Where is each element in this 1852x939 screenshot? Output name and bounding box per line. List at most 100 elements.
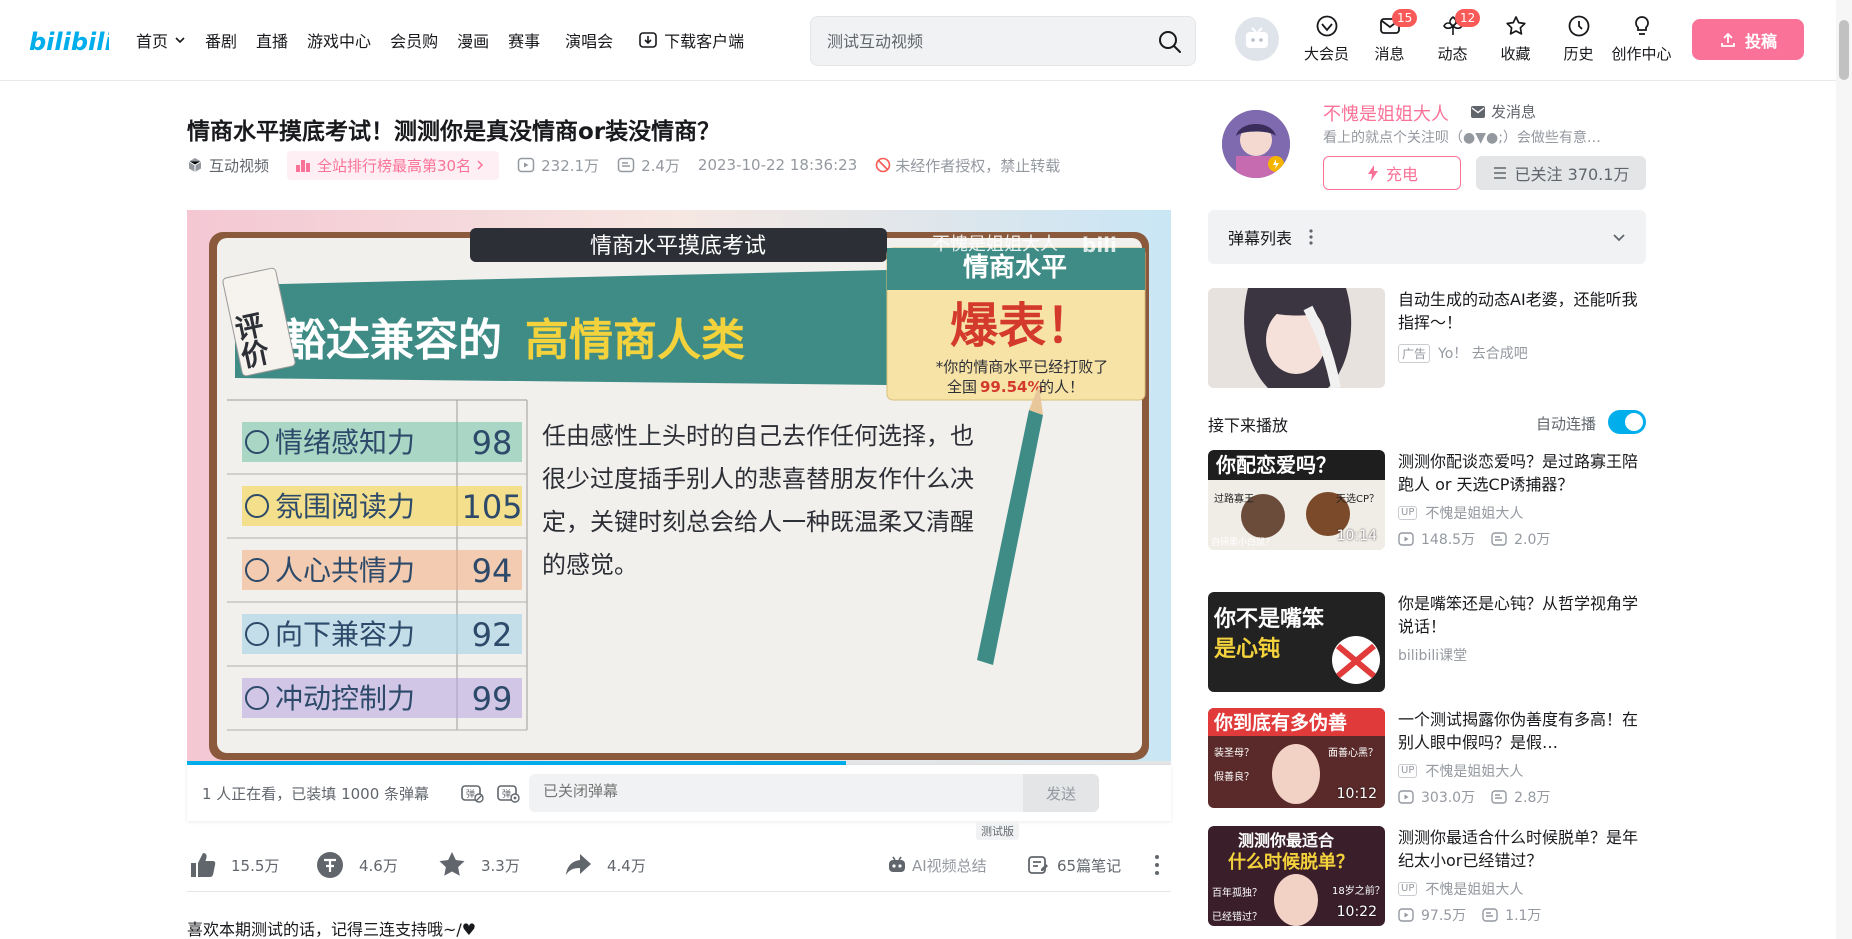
creator-entry[interactable]: 创作中心 xyxy=(1610,12,1673,64)
favorite-entry[interactable]: 收藏 xyxy=(1484,12,1547,64)
rec-thumb-4-line2: 什么时候脱单？ xyxy=(1228,851,1354,873)
charge-button[interactable]: 充电 xyxy=(1323,156,1461,190)
recommendation-stats: 97.5万 1.1万 xyxy=(1398,905,1557,925)
recommendation-uploader: UP 不愧是姐姐大人 xyxy=(1398,503,1523,523)
danmaku-count: 2.0万 xyxy=(1514,532,1551,548)
like-button[interactable]: 15.5万 xyxy=(187,840,279,890)
up-tag: UP xyxy=(1398,764,1418,778)
uploader-label: 不愧是姐姐大人 xyxy=(1425,764,1524,780)
rec-thumb-1-bottom: 自研黑小白鼠？ xyxy=(1211,536,1274,548)
favorite-icon xyxy=(1505,16,1526,35)
nav-mall[interactable]: 会员购 xyxy=(390,28,438,52)
danmaku-input[interactable] xyxy=(543,782,943,800)
nav-bangumi[interactable]: 番剧 xyxy=(205,28,237,52)
recommendation-card[interactable]: 你到底有多伪善 装圣母？ 面善心黑？ 假善良？ 10:12 一个测试揭露你伪善度有多高… xyxy=(1208,708,1646,808)
autoplay-switch[interactable] xyxy=(1608,410,1646,434)
video-player[interactable]: 情商水平摸底考试 豁达兼容的 高情商人类 评价 情商水平 爆表！ *你的情商水平… xyxy=(187,210,1171,763)
notes-icon xyxy=(1028,856,1048,874)
ai-summary-button[interactable]: AI视频总结 xyxy=(887,840,987,890)
recommendation-title: 你是嘴笨还是心钝？从哲学视角学说话！ xyxy=(1398,594,1639,636)
uploader-avatar[interactable] xyxy=(1222,110,1290,178)
more-options-icon[interactable] xyxy=(1147,854,1167,876)
page-scrollbar[interactable] xyxy=(1836,0,1852,939)
nav-download-label: 下载客户端 xyxy=(664,32,745,51)
upload-button[interactable]: 投稿 xyxy=(1692,19,1804,60)
send-message-button[interactable]: 发消息 xyxy=(1470,101,1536,122)
rank-chart-icon xyxy=(296,160,311,172)
rank-tag[interactable]: 全站排行榜最高第30名 xyxy=(287,150,500,180)
nav-match[interactable]: 赛事 xyxy=(508,28,540,52)
recommendation-uploader: UP 不愧是姐姐大人 xyxy=(1398,879,1523,899)
nav-manga[interactable]: 漫画 xyxy=(457,28,489,52)
recommendation-uploader: UP 不愧是姐姐大人 xyxy=(1398,761,1523,781)
search-icon[interactable] xyxy=(1157,29,1183,55)
danmaku-list-panel[interactable]: 弹幕列表 xyxy=(1208,210,1646,264)
chevron-down-icon xyxy=(1613,234,1625,242)
score-table: 情绪感知力 98 氛围阅读力 105 人心共情力 94 向下兼容力 92 冲动控制力 99 xyxy=(227,399,528,731)
rec-thumb-4-side1: 百年孤独？ xyxy=(1212,886,1262,899)
view-count: 97.5万 xyxy=(1421,908,1467,924)
bilibili-logo[interactable]: bilibili xyxy=(29,20,109,60)
recommendation-card[interactable]: 你不是嘴笨 是心钝 你是嘴笨还是心钝？从哲学视角学说话！ bilibili课堂 xyxy=(1208,592,1646,692)
recommendation-thumbnail: 你到底有多伪善 装圣母？ 面善心黑？ 假善良？ 10:12 xyxy=(1208,708,1385,808)
recommendation-card[interactable]: 你配恋爱吗？ 过路寡王 天选CP？ 自研黑小白鼠？ 10:14 测测你配谈恋爱吗？是过… xyxy=(1208,450,1646,550)
recommendation-title: 一个测试揭露你伪善度有多高！在别人眼中假吗？是假… xyxy=(1398,710,1639,752)
ad-card[interactable]: 自动生成的动态AI老婆，还能听我指挥～！ 广告 Yo！ 去合成吧 xyxy=(1208,288,1646,388)
follow-label: 已关注 370.1万 xyxy=(1514,165,1630,184)
score-label: 情绪感知力 xyxy=(275,426,415,459)
more-dots-icon[interactable] xyxy=(1308,228,1314,246)
view-count: 148.5万 xyxy=(1421,532,1476,548)
notes-button[interactable]: 65篇笔记 xyxy=(1027,840,1121,890)
danmaku-toggle-icon: 弹 xyxy=(461,785,484,803)
lightning-icon xyxy=(1367,165,1378,181)
uploader-name[interactable]: 不愧是姐姐大人 xyxy=(1323,100,1449,126)
recommendation-card[interactable]: 测测你最适合 什么时候脱单？ 百年孤独？ 18岁之前？ 已经错过？ 10:22 测测你最… xyxy=(1208,826,1646,926)
video-description: 喜欢本期测试的话，记得三连支持哦~/♥ xyxy=(187,920,477,939)
video-actions: 15.5万 4.6万 3.3万 4.4万 测试版 AI视频总结 65篇笔记 xyxy=(187,822,1171,890)
rec-thumb-1-side1: 过路寡王 xyxy=(1214,492,1254,505)
rec-thumb-1-text: 你配恋爱吗？ xyxy=(1215,453,1336,477)
follow-button[interactable]: 已关注 370.1万 xyxy=(1476,156,1646,190)
send-message-label: 发消息 xyxy=(1491,103,1537,121)
top-header: bilibili 首页 番剧 直播 游戏中心 会员购 漫画 赛事 演唱会 下载客… xyxy=(0,0,1852,80)
uploader-label: 不愧是姐姐大人 xyxy=(1425,882,1524,898)
mail-icon xyxy=(1471,105,1485,118)
danmaku-send-button[interactable]: 发送 xyxy=(1023,774,1099,812)
chevron-down-icon xyxy=(175,37,185,44)
star-icon xyxy=(439,852,465,876)
coin-icon xyxy=(317,852,343,878)
ad-tag: 广告 xyxy=(1398,343,1431,363)
video-type: 互动视频 xyxy=(187,155,269,176)
coin-button[interactable]: 4.6万 xyxy=(315,840,398,890)
nav-home-label: 首页 xyxy=(136,32,169,51)
danmaku-count: 1.1万 xyxy=(1505,908,1542,924)
scrollbar-thumb[interactable] xyxy=(1839,20,1849,80)
ad-subtitle: Yo！ 去合成吧 xyxy=(1438,346,1528,362)
score-label: 向下兼容力 xyxy=(275,618,415,651)
danmaku-count-icon xyxy=(1482,908,1498,922)
history-entry[interactable]: 历史 xyxy=(1547,12,1610,64)
dynamic-entry[interactable]: 12 动态 xyxy=(1421,9,1484,64)
danmaku-bar: 1 人正在看，已装填 1000 条弹幕 弹 弹 发送 xyxy=(187,765,1171,821)
uploader-description: 看上的就点个关注呗（●▼●;）会做些有意… xyxy=(1323,130,1601,146)
autoplay-label: 自动连播 xyxy=(1535,415,1596,433)
user-avatar[interactable] xyxy=(1235,17,1279,61)
danmaku-count-value: 2.4万 xyxy=(641,156,680,175)
nav-game-center[interactable]: 游戏中心 xyxy=(307,28,371,52)
score-value: 105 xyxy=(461,488,522,526)
vip-entry[interactable]: 大会员 xyxy=(1295,12,1358,64)
nav-concert[interactable]: 演唱会 xyxy=(565,28,613,52)
nav-home[interactable]: 首页 xyxy=(136,28,186,52)
message-entry[interactable]: 15 消息 xyxy=(1358,9,1421,64)
danmaku-settings[interactable]: 弹 xyxy=(493,778,523,808)
nav-download-client[interactable]: 下载客户端 xyxy=(638,28,744,52)
charge-label: 充电 xyxy=(1385,165,1418,184)
favorite-button[interactable]: 3.3万 xyxy=(437,840,520,890)
share-button[interactable]: 4.4万 xyxy=(563,840,646,890)
danmaku-toggle[interactable]: 弹 xyxy=(457,778,487,808)
nav-live[interactable]: 直播 xyxy=(256,28,288,52)
rec-thumb-3-text: 你到底有多伪善 xyxy=(1213,711,1347,734)
play-count-icon xyxy=(517,157,535,173)
search-input[interactable] xyxy=(827,29,1127,53)
rec-thumb-3-bottom: 假善良？ xyxy=(1214,770,1254,783)
